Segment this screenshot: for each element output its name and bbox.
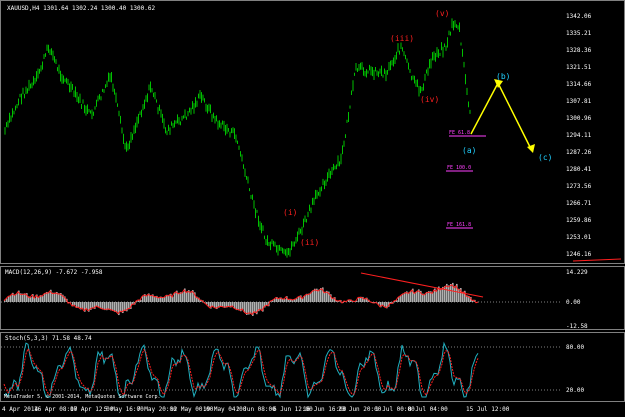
fib-label-100: FE 100.0	[447, 165, 472, 171]
stochastic-canvas[interactable]	[1, 333, 624, 401]
price-tick: 1328.36	[566, 47, 592, 54]
price-tick: 1266.71	[566, 200, 592, 207]
macd-divergence-line	[360, 272, 484, 298]
macd-bar	[410, 290, 412, 302]
macd-histogram	[4, 282, 480, 316]
projection-arrow-c	[527, 144, 535, 153]
macd-bar	[450, 284, 452, 302]
price-tick: 1246.16	[566, 251, 592, 258]
price-tick: 1300.96	[566, 115, 592, 122]
target-line	[572, 258, 622, 262]
wave-label-i: (i)	[283, 208, 298, 217]
macd-tick: 14.229	[566, 269, 588, 276]
macd-bar	[254, 302, 256, 313]
price-chart-canvas[interactable]	[1, 1, 624, 263]
stochastic-main-line	[3, 341, 479, 399]
wave-label-c: (c)	[538, 153, 553, 162]
price-tick: 1342.06	[566, 13, 592, 20]
price-tick: 1335.21	[566, 30, 592, 37]
candlestick-series	[4, 18, 471, 258]
fib-label-618: FE 61.8	[449, 130, 471, 136]
time-tick: 2 Jun 08:00	[236, 406, 276, 413]
projection-line	[470, 81, 532, 150]
macd-bar	[404, 292, 406, 302]
macd-bar	[112, 302, 114, 311]
price-tick: 1314.66	[566, 81, 592, 88]
macd-bar	[116, 302, 118, 313]
macd-bar	[182, 291, 184, 302]
macd-bar	[190, 291, 192, 302]
copyright-notice: MetaTrader 5, © 2001-2014, MetaQuotes So…	[4, 394, 161, 400]
stoch-tick: 80.00	[566, 344, 585, 351]
macd-bar	[318, 289, 320, 302]
macd-bar	[454, 286, 456, 302]
macd-canvas[interactable]	[1, 267, 624, 329]
macd-tick: -12.58	[566, 323, 588, 330]
macd-bar	[440, 288, 442, 302]
price-tick: 1307.81	[566, 98, 592, 105]
macd-bar	[448, 285, 450, 302]
price-tick: 1259.86	[566, 217, 592, 224]
wave-label-v: (v)	[435, 9, 450, 18]
time-tick: 15 Jul 12:00	[466, 406, 510, 413]
macd-indicator-pane[interactable]: MACD(12,26,9) -7.672 -7.958 14.229 0.00 …	[0, 266, 625, 330]
stochastic-indicator-pane[interactable]: Stoch(5,3,3) 71.58 48.74 80.00 20.00 Met…	[0, 332, 625, 402]
macd-bar	[320, 288, 322, 302]
macd-bar	[416, 290, 418, 302]
wave-label-ii: (ii)	[300, 238, 320, 247]
wave-label-b: (b)	[496, 72, 511, 81]
macd-bar	[458, 288, 460, 302]
price-chart-pane[interactable]: XAUUSD,H4 1301.64 1302.24 1300.40 1300.6…	[0, 0, 625, 264]
macd-bar	[178, 292, 180, 302]
price-tick: 1287.26	[566, 149, 592, 156]
macd-bar	[250, 302, 252, 314]
price-tick: 1280.41	[566, 166, 592, 173]
wave-label-a: (a)	[462, 146, 477, 155]
price-tick: 1273.56	[566, 183, 592, 190]
fib-label-1618: FE 161.8	[447, 222, 472, 228]
macd-bar	[324, 291, 326, 302]
macd-bar	[444, 286, 446, 302]
time-tick: 4 Apr 2014	[2, 406, 39, 413]
macd-bar	[120, 302, 122, 313]
macd-bar	[312, 290, 314, 302]
macd-bar	[310, 292, 312, 302]
macd-bar	[186, 291, 188, 302]
macd-tick: 0.00	[566, 299, 581, 306]
wave-label-iv: (iv)	[420, 95, 440, 104]
macd-bar	[244, 302, 246, 313]
macd-bar	[314, 288, 316, 302]
price-tick: 1294.11	[566, 132, 592, 139]
price-tick: 1253.01	[566, 234, 592, 241]
macd-bar	[114, 302, 116, 312]
time-axis: 4 Apr 2014 16 Apr 08:00 17 Apr 12:00 5 M…	[0, 402, 625, 417]
macd-bar	[180, 292, 182, 302]
macd-bar	[54, 292, 56, 302]
macd-bar	[426, 292, 428, 302]
macd-bar	[414, 292, 416, 302]
stoch-tick: 20.00	[566, 387, 585, 394]
wave-label-iii: (iii)	[390, 34, 415, 43]
price-tick: 1321.51	[566, 64, 592, 71]
macd-bar	[48, 292, 50, 302]
macd-bar	[408, 292, 410, 302]
time-tick: 8 Jul 04:00	[408, 406, 448, 413]
